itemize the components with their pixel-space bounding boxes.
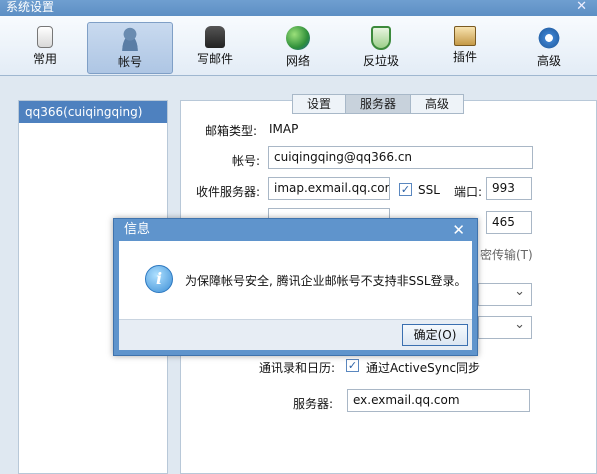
window-title: 系统设置 — [6, 0, 55, 14]
contacts-calendar-label: 通讯录和日历: — [259, 361, 336, 375]
toolbar-item-advanced[interactable]: 高级 — [506, 22, 592, 74]
toolbar-label: 写邮件 — [196, 52, 233, 66]
window-titlebar: 系统设置 ✕ — [0, 0, 597, 16]
mailbox-type-value: IMAP — [269, 122, 299, 136]
toolbar-item-antispam[interactable]: 反垃圾 — [338, 22, 424, 74]
ssl-label: SSL — [418, 183, 440, 197]
window-close-icon[interactable]: ✕ — [576, 0, 587, 14]
server-label: 服务器: — [293, 397, 334, 411]
info-dialog: 信息 ✕ i 为保障帐号安全, 腾讯企业邮帐号不支持非SSL登录。 确定(O) — [113, 218, 478, 356]
plugin-icon — [454, 26, 476, 46]
toolbar-label: 插件 — [452, 50, 477, 64]
toolbar-label: 反垃圾 — [362, 54, 399, 68]
incoming-server-field[interactable]: imap.exmail.qq.com — [268, 177, 390, 200]
gear-icon — [537, 26, 561, 50]
tab-server[interactable]: 服务器 — [345, 94, 412, 114]
activesync-label: 通过ActiveSync同步 — [366, 361, 481, 375]
settings-toolbar: 常用 帐号 写邮件 网络 反垃圾 插件 高级 — [0, 16, 597, 76]
phone-icon — [37, 26, 53, 48]
mailbox-type-label: 邮箱类型: — [205, 124, 258, 138]
encryption-option-label: 密传输(T) — [480, 248, 533, 262]
shield-icon — [371, 26, 391, 50]
info-icon: i — [145, 265, 173, 293]
port-field[interactable]: 993 — [486, 177, 532, 200]
toolbar-label: 帐号 — [117, 55, 142, 69]
activesync-checkbox[interactable]: ✓ — [346, 359, 359, 372]
account-field[interactable]: cuiqingqing@qq366.cn — [268, 146, 533, 169]
dialog-body: i 为保障帐号安全, 腾讯企业邮帐号不支持非SSL登录。 确定(O) — [119, 241, 472, 350]
toolbar-item-general[interactable]: 常用 — [2, 22, 88, 74]
account-label: 帐号: — [232, 154, 261, 168]
toolbar-item-account[interactable]: 帐号 — [87, 22, 173, 74]
user-icon — [118, 27, 142, 51]
compose-icon — [205, 26, 225, 48]
toolbar-item-network[interactable]: 网络 — [255, 22, 341, 74]
dialog-close-icon[interactable]: ✕ — [452, 219, 465, 241]
settings-tabs: 设置 服务器 高级 — [292, 94, 465, 114]
dialog-footer: 确定(O) — [119, 319, 472, 350]
activesync-server-field[interactable]: ex.exmail.qq.com — [347, 389, 530, 412]
globe-icon — [286, 26, 310, 50]
auth-select[interactable] — [478, 283, 532, 306]
outgoing-port-field[interactable]: 465 — [486, 211, 532, 234]
toolbar-label: 网络 — [285, 54, 310, 68]
account-item[interactable]: qq366(cuiqingqing) — [19, 101, 167, 123]
tab-advanced[interactable]: 高级 — [410, 94, 465, 114]
toolbar-item-compose[interactable]: 写邮件 — [172, 22, 258, 74]
toolbar-label: 常用 — [32, 52, 57, 66]
dialog-message: 为保障帐号安全, 腾讯企业邮帐号不支持非SSL登录。 — [185, 274, 467, 288]
security-select[interactable] — [478, 316, 532, 339]
tab-settings[interactable]: 设置 — [292, 94, 347, 114]
ok-button[interactable]: 确定(O) — [402, 324, 468, 346]
toolbar-label: 高级 — [536, 54, 561, 68]
ssl-checkbox[interactable]: ✓ — [399, 183, 412, 196]
incoming-server-label: 收件服务器: — [196, 185, 261, 199]
port-label: 端口: — [454, 185, 483, 199]
toolbar-item-plugins[interactable]: 插件 — [422, 22, 508, 74]
dialog-title: 信息 — [124, 222, 151, 237]
